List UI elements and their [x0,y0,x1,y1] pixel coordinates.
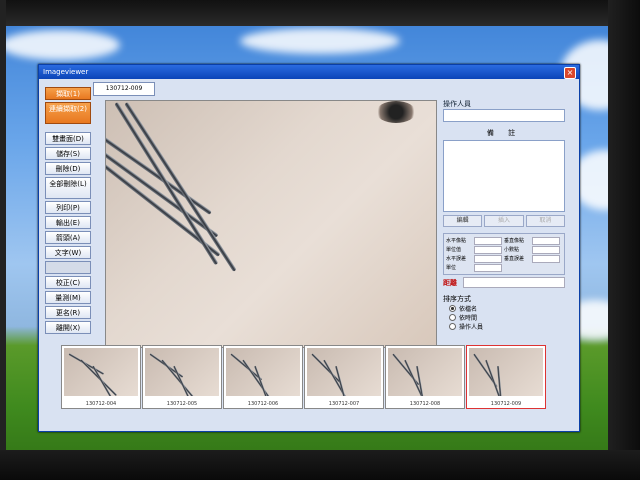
thumbnail-caption: 130712-007 [328,401,360,407]
toolbar-button[interactable]: 校正(C) [45,276,91,289]
monitor-bezel [608,0,640,480]
thumbnail[interactable]: 130712-008 [385,345,465,409]
thumbnail-image [469,348,543,396]
close-button[interactable]: × [564,67,576,79]
toolbar-button[interactable]: 更名(R) [45,306,91,319]
sort-option-label: 依時間 [459,315,478,322]
thumbnail-caption: 130712-009 [490,401,522,407]
insert-notes-button[interactable]: 插入 [484,215,524,227]
toolbar-button[interactable]: 刪除(D) [45,162,91,175]
thumbnail[interactable]: 130712-004 [61,345,141,409]
measure-label: 小數點 [504,247,520,253]
toolbar-button[interactable] [45,261,91,274]
tab-current-image[interactable]: 130712-009 [93,82,155,96]
hair-strand [92,365,124,396]
toolbar-button[interactable]: 擷取(1) [45,87,91,100]
measure-field[interactable] [474,236,502,245]
toolbar-button[interactable]: 文字(W) [45,246,91,259]
thumbnail[interactable]: 130712-007 [304,345,384,409]
hair-strand [404,359,428,396]
measure-field[interactable] [532,236,560,245]
thumbnail-image [226,348,300,396]
distance-label: 距離 [443,278,457,287]
cancel-notes-button[interactable]: 取消 [525,215,565,227]
radio-selected-icon [449,305,456,312]
sort-option-operator[interactable]: 操作人員 [449,322,565,331]
distance-field[interactable] [463,277,565,288]
monitor-bezel [0,0,6,480]
sort-option-label: 操作人員 [459,324,484,331]
measure-field[interactable] [532,254,560,263]
toolbar-button[interactable]: 連續擷取(2) [45,102,91,124]
measure-field[interactable] [474,245,502,254]
thumbnail-strip: 130712-004 130712-005 130712-006 130712-007… [61,345,551,411]
measure-label: 單位值 [446,247,462,253]
measure-label: 垂直誤差 [504,256,525,262]
thumbnail-image [64,348,138,396]
monitor-bezel [0,0,640,26]
toolbar-button[interactable]: 列印(P) [45,201,91,214]
thumbnail-caption: 130712-004 [85,401,117,407]
toolbar-button[interactable]: 輸出(E) [45,216,91,229]
thumbnail[interactable]: 130712-005 [142,345,222,409]
toolbar-button[interactable]: 箭頭(A) [45,231,91,244]
toolbar-button[interactable]: 全部刪除(L) [45,177,91,199]
imageviewer-window: Imageviewer × 130712-009 擷取(1) 連續擷取(2) 雙畫面… [38,64,580,432]
thumbnail[interactable]: 130712-009 [466,345,546,409]
left-toolbar: 擷取(1) 連續擷取(2) 雙畫面(D) 儲存(S) 刪除(D) 全部刪除(L) 列印(P)… [45,87,91,336]
edit-notes-button[interactable]: 編輯 [443,215,483,227]
cloud [240,28,400,54]
operator-label: 操作人員 [443,100,471,108]
notes-buttons: 編輯 插入 取消 [443,215,565,227]
cloud [0,30,120,60]
sort-label: 排序方式 [443,295,471,303]
distance-row: 距離 [443,277,565,288]
toolbar-button[interactable]: 儲存(S) [45,147,91,160]
measure-field[interactable] [532,245,560,254]
microscope-image-view[interactable] [105,100,437,348]
toolbar-button[interactable]: 離開(X) [45,321,91,334]
sort-group: 排序方式 依檔名 依時間 操作人員 [443,294,565,331]
thumbnail-caption: 130712-005 [166,401,198,407]
right-panel: 操作人員 備 註 編輯 插入 取消 水平像點 垂直像點 單位值 小數點 水平誤差… [443,99,565,331]
notes-textarea[interactable] [443,140,565,212]
thumbnail-image [145,348,219,396]
thumbnail-image [307,348,381,396]
thumbnail-caption: 130712-008 [409,401,441,407]
toolbar-button[interactable]: 量測(M) [45,291,91,304]
thumbnail-image [388,348,462,396]
measure-label: 單位 [446,265,457,271]
monitor-bezel [0,450,640,480]
follicle [376,101,416,123]
window-titlebar[interactable]: Imageviewer × [39,65,579,79]
radio-icon [449,314,456,321]
desktop: ▪ ▪ ▪ Imageviewer × 130712-009 擷取(1)連續擷取… [0,0,640,480]
measure-label: 水平像點 [446,238,467,244]
hair-strand [124,101,237,272]
measure-label: 垂直像點 [504,238,525,244]
measurement-panel: 水平像點 垂直像點 單位值 小數點 水平誤差 垂直誤差 單位 [443,233,565,275]
sort-option-filename[interactable]: 依檔名 [449,304,565,313]
sort-option-label: 依檔名 [459,306,478,313]
sort-option-time[interactable]: 依時間 [449,313,565,322]
window-title: Imageviewer [43,68,89,76]
measure-label: 水平誤差 [446,256,467,262]
thumbnail[interactable]: 130712-006 [223,345,303,409]
measure-field[interactable] [474,263,502,272]
operator-input[interactable] [443,109,565,122]
measure-field[interactable] [474,254,502,263]
thumbnail-caption: 130712-006 [247,401,279,407]
notes-label: 備 註 [486,129,522,137]
radio-icon [449,323,456,330]
toolbar-button[interactable]: 雙畫面(D) [45,132,91,145]
